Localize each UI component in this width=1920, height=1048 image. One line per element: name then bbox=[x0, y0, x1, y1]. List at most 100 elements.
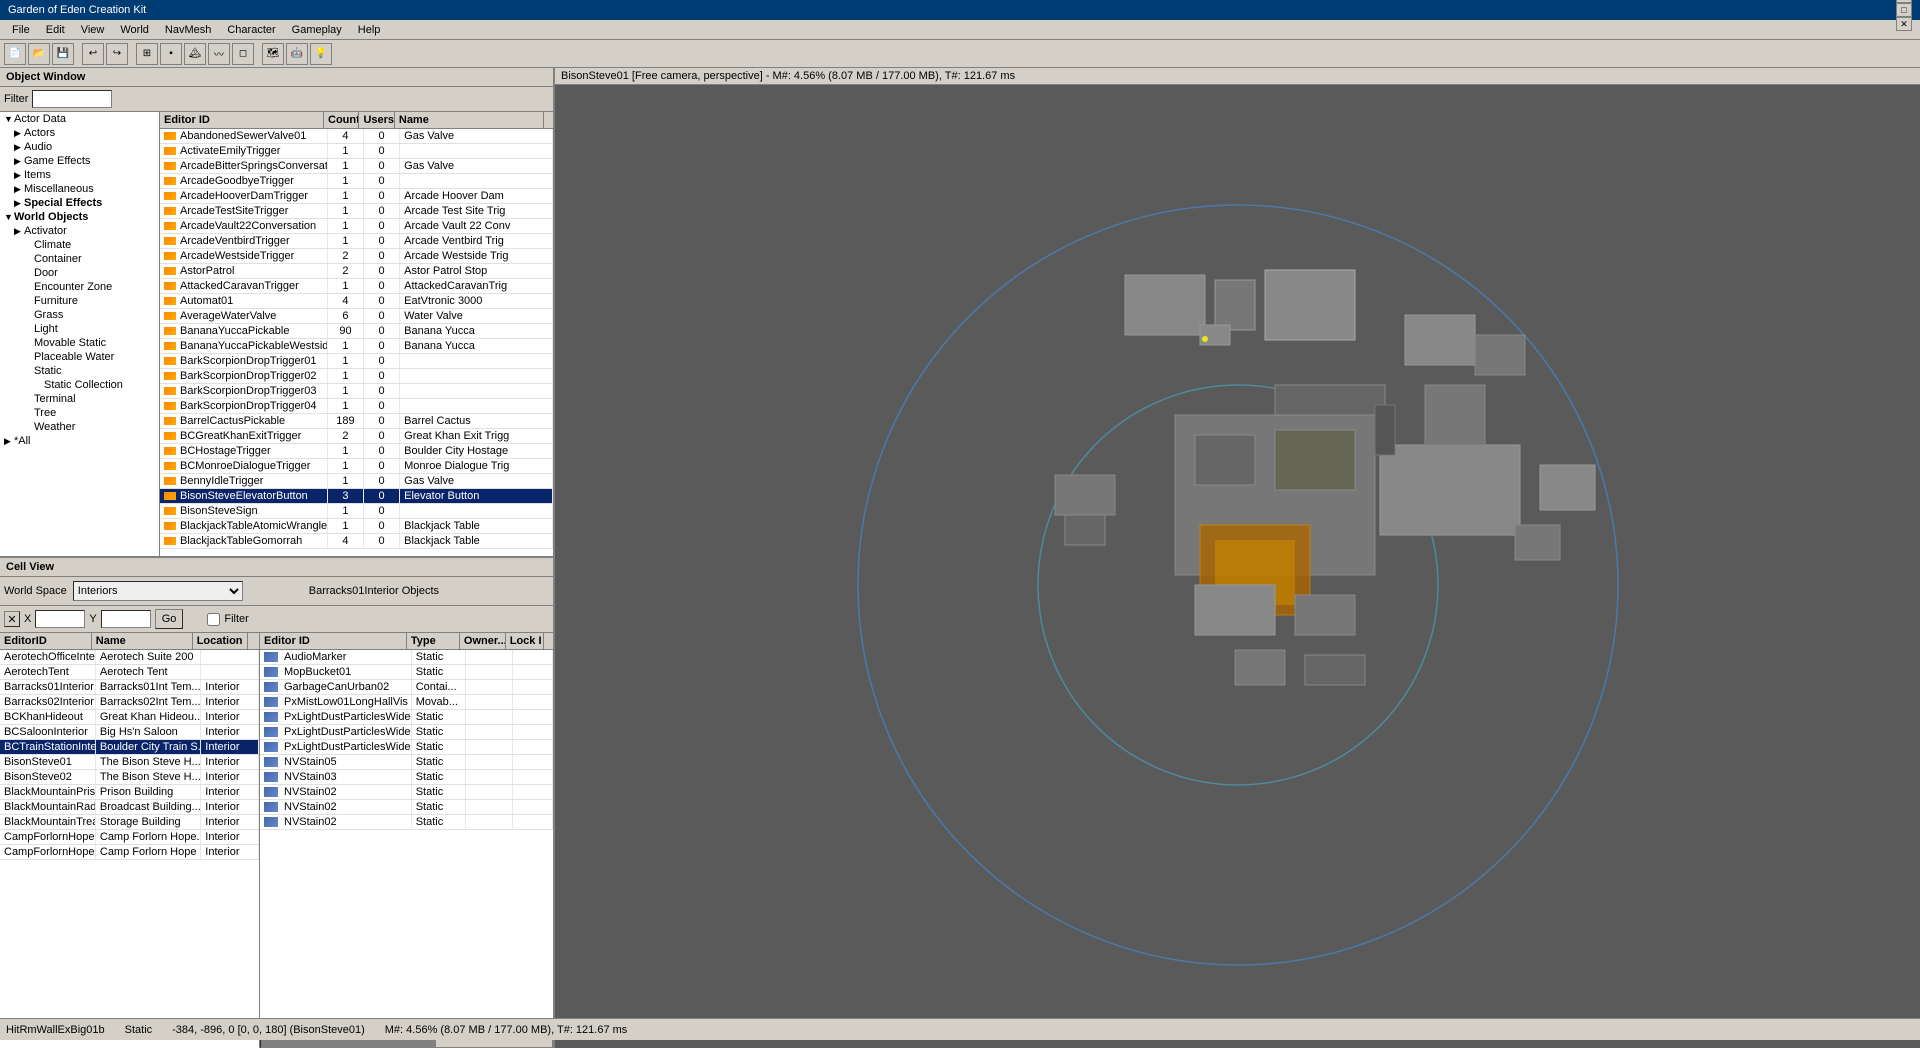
filter-input[interactable] bbox=[32, 90, 112, 108]
tree-item[interactable]: Terminal bbox=[0, 392, 159, 406]
tree-item[interactable]: ▶Special Effects bbox=[0, 196, 159, 210]
list-item[interactable]: BlackMountainRadio2Broadcast Building...… bbox=[0, 800, 259, 815]
header-name[interactable]: Name bbox=[395, 112, 544, 128]
table-row[interactable]: BlackjackTableGomorrah40Blackjack Table bbox=[160, 534, 553, 549]
tree-item[interactable]: Tree bbox=[0, 406, 159, 420]
y-input[interactable] bbox=[101, 610, 151, 628]
table-row[interactable]: BCMonroeDialogueTrigger10Monroe Dialogue… bbox=[160, 459, 553, 474]
table-row[interactable]: BarkScorpionDropTrigger0410 bbox=[160, 399, 553, 414]
redo-button[interactable]: ↪ bbox=[106, 43, 128, 65]
tree-item[interactable]: Door bbox=[0, 266, 159, 280]
grid-button[interactable]: ⊞ bbox=[136, 43, 158, 65]
list-item[interactable]: BisonSteve02The Bison Steve H...Interior bbox=[0, 770, 259, 785]
table-row[interactable]: Automat0140EatVtronic 3000 bbox=[160, 294, 553, 309]
list-item[interactable]: BCKhanHideoutGreat Khan Hideou...Interio… bbox=[0, 710, 259, 725]
list-item[interactable]: GarbageCanUrban02Contai... bbox=[260, 680, 553, 695]
tree-item[interactable]: ▶Activator bbox=[0, 224, 159, 238]
land-button[interactable]: 🏔 bbox=[184, 43, 206, 65]
table-row[interactable]: BananaYuccaPickable900Banana Yucca bbox=[160, 324, 553, 339]
list-item[interactable]: NVStain05Static bbox=[260, 755, 553, 770]
list-item[interactable]: Barracks02InteriorBarracks02Int Tem...In… bbox=[0, 695, 259, 710]
light-button[interactable]: 💡 bbox=[310, 43, 332, 65]
list-item[interactable]: MopBucket01Static bbox=[260, 665, 553, 680]
table-row[interactable]: ArcadeVentbirdTrigger10Arcade Ventbird T… bbox=[160, 234, 553, 249]
list-item[interactable]: BlackMountainTreas...Storage BuildingInt… bbox=[0, 815, 259, 830]
list-item[interactable]: AerotechTentAerotech Tent bbox=[0, 665, 259, 680]
list-item[interactable]: PxLightDustParticlesWide02Static bbox=[260, 740, 553, 755]
list-item[interactable]: PxLightDustParticlesWide02Static bbox=[260, 725, 553, 740]
cell-obj-header-editorid[interactable]: Editor ID bbox=[260, 633, 407, 649]
header-users[interactable]: Users bbox=[359, 112, 394, 128]
open-button[interactable]: 📂 bbox=[28, 43, 50, 65]
tree-item[interactable]: Weather bbox=[0, 420, 159, 434]
tree-item[interactable]: Static Collection bbox=[0, 378, 159, 392]
menu-view[interactable]: View bbox=[73, 22, 113, 38]
list-item[interactable]: BlackMountainPrisonPrison BuildingInteri… bbox=[0, 785, 259, 800]
table-row[interactable]: BCGreatKhanExitTrigger20Great Khan Exit … bbox=[160, 429, 553, 444]
cell-obj-header-lock[interactable]: Lock I ▲ bbox=[506, 633, 545, 649]
tree-item[interactable]: ▶Audio bbox=[0, 140, 159, 154]
save-button[interactable]: 💾 bbox=[52, 43, 74, 65]
tree-item[interactable]: Static bbox=[0, 364, 159, 378]
list-item[interactable]: AudioMarkerStatic bbox=[260, 650, 553, 665]
menu-character[interactable]: Character bbox=[219, 22, 283, 38]
table-row[interactable]: AbandonedSewerValve0140Gas Valve bbox=[160, 129, 553, 144]
table-row[interactable]: ArcadeGoodbyeTrigger10 bbox=[160, 174, 553, 189]
world-space-select[interactable]: Interiors Mojave Wasteland bbox=[73, 581, 243, 601]
tree-item[interactable]: ▶Actors bbox=[0, 126, 159, 140]
table-row[interactable]: ArcadeTestSiteTrigger10Arcade Test Site … bbox=[160, 204, 553, 219]
tree-item[interactable]: ▶Game Effects bbox=[0, 154, 159, 168]
tree-item[interactable]: Encounter Zone bbox=[0, 280, 159, 294]
table-row[interactable]: BarkScorpionDropTrigger0110 bbox=[160, 354, 553, 369]
list-item[interactable]: PxMistLow01LongHallVisMovab... bbox=[260, 695, 553, 710]
menu-file[interactable]: File bbox=[4, 22, 38, 38]
table-row[interactable]: BarkScorpionDropTrigger0310 bbox=[160, 384, 553, 399]
menu-gameplay[interactable]: Gameplay bbox=[284, 22, 350, 38]
tree-item[interactable]: Furniture bbox=[0, 294, 159, 308]
new-button[interactable]: 📄 bbox=[4, 43, 26, 65]
tree-item[interactable]: Placeable Water bbox=[0, 350, 159, 364]
tree-item[interactable]: Climate bbox=[0, 238, 159, 252]
table-row[interactable]: BisonSteveSign10 bbox=[160, 504, 553, 519]
cell-obj-header-type[interactable]: Type bbox=[407, 633, 460, 649]
menu-edit[interactable]: Edit bbox=[38, 22, 73, 38]
table-row[interactable]: ArcadeVault22Conversation10Arcade Vault … bbox=[160, 219, 553, 234]
table-row[interactable]: AverageWaterValve60Water Valve bbox=[160, 309, 553, 324]
list-item[interactable]: BisonSteve01The Bison Steve H...Interior bbox=[0, 755, 259, 770]
header-count[interactable]: Count bbox=[324, 112, 359, 128]
go-button[interactable]: Go bbox=[155, 609, 184, 629]
tree-item[interactable]: Grass bbox=[0, 308, 159, 322]
list-item[interactable]: CampForlornHope01Camp Forlorn Hope...Int… bbox=[0, 830, 259, 845]
collision-button[interactable]: ◻ bbox=[232, 43, 254, 65]
list-item[interactable]: BCSaloonInteriorBig Hs'n SaloonInterior bbox=[0, 725, 259, 740]
list-item[interactable]: NVStain03Static bbox=[260, 770, 553, 785]
maximize-button[interactable]: □ bbox=[1896, 3, 1912, 17]
cell-header-location[interactable]: Location bbox=[193, 633, 248, 649]
tree-item[interactable]: Light bbox=[0, 322, 159, 336]
tree-item[interactable]: ▶Items bbox=[0, 168, 159, 182]
cell-obj-header-owner[interactable]: Owner... bbox=[460, 633, 506, 649]
menu-navmesh[interactable]: NavMesh bbox=[157, 22, 219, 38]
table-row[interactable]: ArcadeWestsideTrigger20Arcade Westside T… bbox=[160, 249, 553, 264]
close-button[interactable]: ✕ bbox=[1896, 17, 1912, 31]
table-row[interactable]: BananaYuccaPickableWestside10Banana Yucc… bbox=[160, 339, 553, 354]
table-row[interactable]: ActivateEmilyTrigger10 bbox=[160, 144, 553, 159]
table-row[interactable]: ArcadeHooverDamTrigger10Arcade Hoover Da… bbox=[160, 189, 553, 204]
x-btn[interactable]: ✕ bbox=[4, 611, 20, 627]
table-row[interactable]: BarrelCactusPickable1890Barrel Cactus bbox=[160, 414, 553, 429]
list-item[interactable]: NVStain02Static bbox=[260, 815, 553, 830]
menu-world[interactable]: World bbox=[112, 22, 157, 38]
table-row[interactable]: BarkScorpionDropTrigger0210 bbox=[160, 369, 553, 384]
tree-item[interactable]: ▼Actor Data bbox=[0, 112, 159, 126]
tree-item[interactable]: ▶Miscellaneous bbox=[0, 182, 159, 196]
list-item[interactable]: Barracks01InteriorBarracks01Int Tem...In… bbox=[0, 680, 259, 695]
undo-button[interactable]: ↩ bbox=[82, 43, 104, 65]
tree-item[interactable]: ▶*All bbox=[0, 434, 159, 448]
table-row[interactable]: ArcadeBitterSpringsConversation10Gas Val… bbox=[160, 159, 553, 174]
table-row[interactable]: BisonSteveElevatorButton30Elevator Butto… bbox=[160, 489, 553, 504]
ai-button[interactable]: 🤖 bbox=[286, 43, 308, 65]
table-row[interactable]: AstorPatrol20Astor Patrol Stop bbox=[160, 264, 553, 279]
water-button[interactable]: 〰 bbox=[208, 43, 230, 65]
cell-header-editorid[interactable]: EditorID bbox=[0, 633, 92, 649]
render-button[interactable]: ▪ bbox=[160, 43, 182, 65]
